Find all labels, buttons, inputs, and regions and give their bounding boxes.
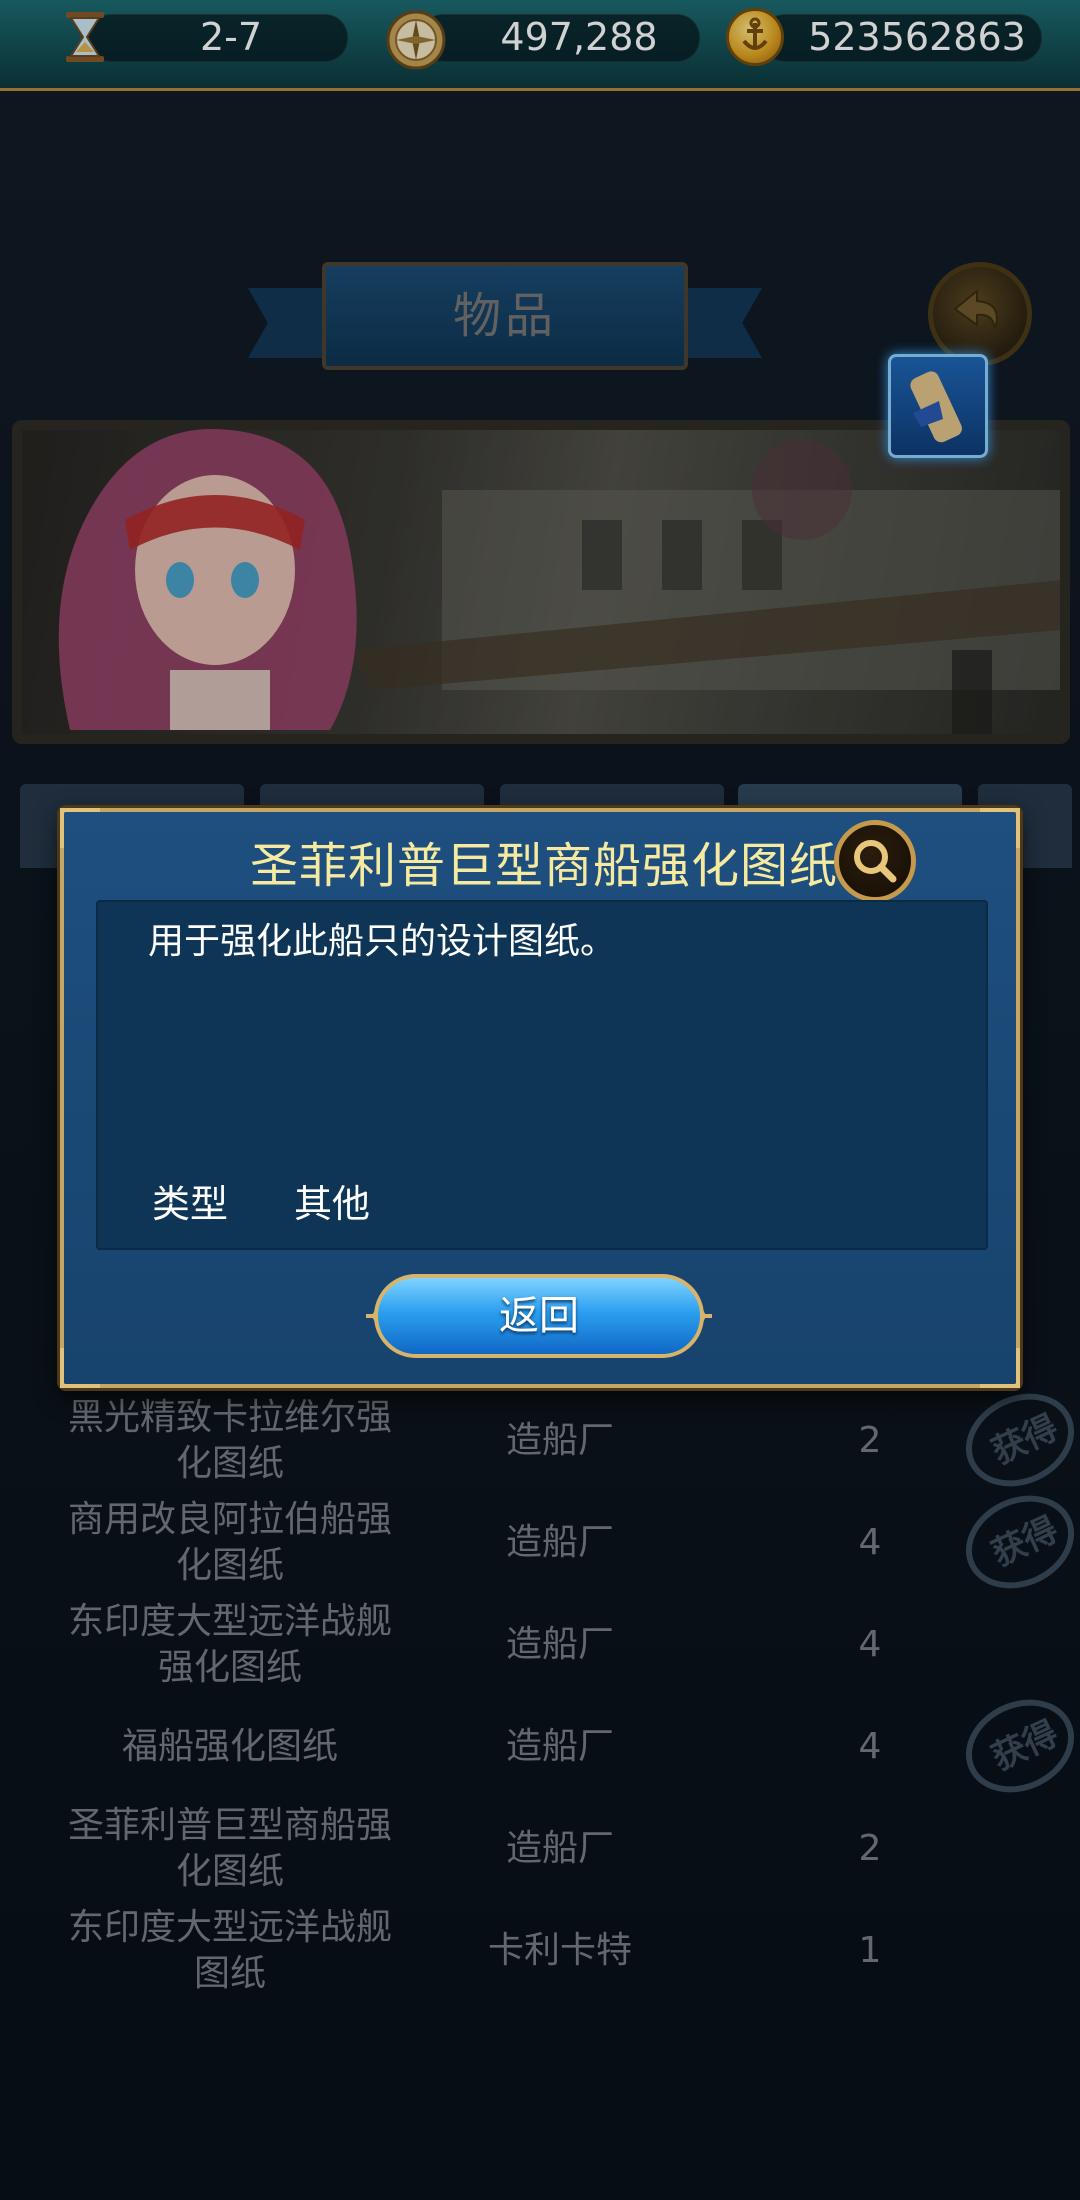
magnifier-button[interactable] — [834, 820, 916, 902]
item-detail-dialog: 圣菲利普巨型商船强化图纸 用于强化此船只的设计图纸。 类型 其他 返回 — [60, 808, 1020, 1388]
type-label: 类型 — [152, 1182, 229, 1226]
magnifier-icon — [854, 840, 897, 883]
type-value: 其他 — [294, 1182, 371, 1226]
return-button-label: 返回 — [499, 1293, 579, 1339]
return-button[interactable]: 返回 — [364, 1268, 714, 1364]
item-description: 用于强化此船只的设计图纸。 — [148, 921, 617, 962]
